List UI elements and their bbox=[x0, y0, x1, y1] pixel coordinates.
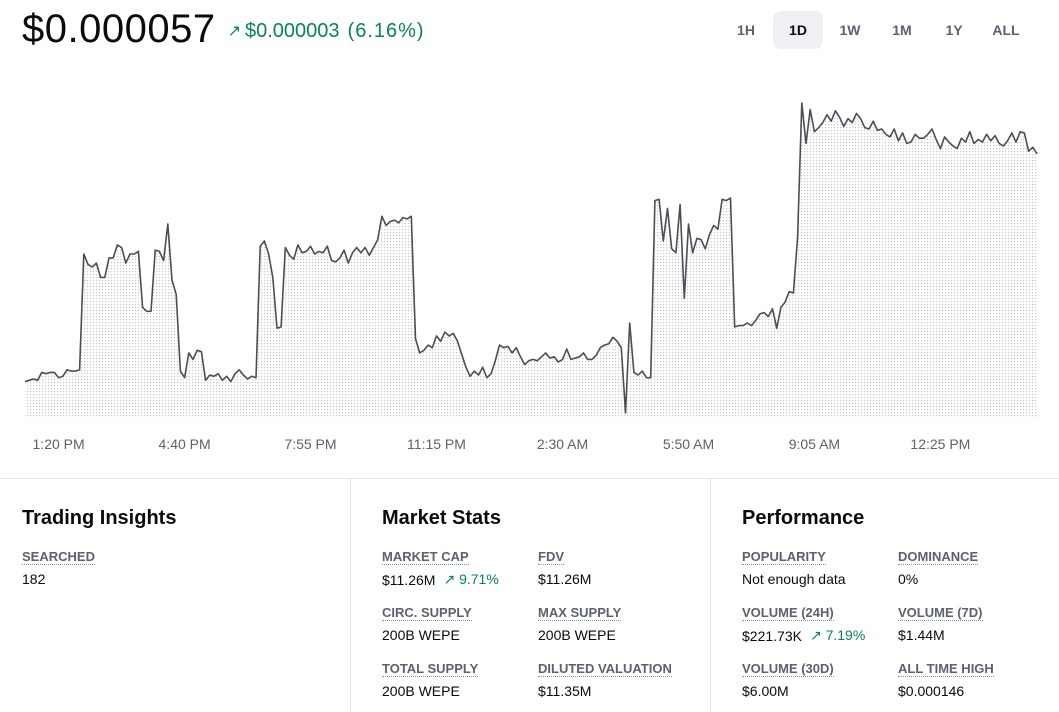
stat-volume-24h: VOLUME (24H) $221.73K ↗ 7.19% bbox=[742, 604, 865, 644]
stat-label[interactable]: FDV bbox=[538, 549, 564, 565]
price-chart[interactable]: 1:20 PM 4:40 PM 7:55 PM 11:15 PM 2:30 AM 5:50… bbox=[0, 70, 1059, 470]
stat-value: 200B WEPE bbox=[382, 683, 460, 699]
stat-value: 182 bbox=[22, 571, 46, 587]
x-tick-label: 12:25 PM bbox=[910, 436, 970, 452]
x-tick-label: 9:05 AM bbox=[789, 436, 840, 452]
price-header: $0.000057 ↗ $0.000003 (6.16%) bbox=[22, 4, 425, 54]
stat-label[interactable]: POPULARITY bbox=[742, 549, 826, 565]
stat-change-up: ↗ 7.19% bbox=[809, 627, 866, 643]
stat-value: 200B WEPE bbox=[382, 627, 460, 643]
stat-volume-7d: VOLUME (7D) $1.44M bbox=[898, 604, 983, 643]
price-area-fill bbox=[25, 103, 1037, 418]
trading-insights-panel: Trading Insights SEARCHED 182 bbox=[0, 479, 350, 712]
time-range-tabs: 1H 1D 1W 1M 1Y ALL bbox=[719, 11, 1031, 49]
stat-value: $221.73K bbox=[742, 627, 802, 644]
stat-value: 200B WEPE bbox=[538, 627, 616, 643]
x-tick-label: 4:40 PM bbox=[159, 436, 211, 452]
x-tick-label: 2:30 AM bbox=[537, 436, 588, 452]
stat-label[interactable]: TOTAL SUPPLY bbox=[382, 661, 479, 677]
stat-popularity: POPULARITY Not enough data bbox=[742, 548, 846, 587]
current-price: $0.000057 bbox=[22, 6, 216, 51]
stat-value: $11.35M bbox=[538, 683, 592, 699]
stat-value: $1.44M bbox=[898, 627, 945, 643]
performance-panel: Performance POPULARITY Not enough data D… bbox=[711, 479, 1059, 712]
panel-title: Market Stats bbox=[382, 507, 501, 529]
range-tab-1d[interactable]: 1D bbox=[773, 11, 823, 49]
stat-value: 0% bbox=[898, 571, 919, 587]
stat-value: Not enough data bbox=[742, 571, 846, 587]
panel-title: Trading Insights bbox=[22, 507, 177, 529]
stat-label[interactable]: DILUTED VALUATION bbox=[538, 661, 672, 677]
range-tab-1m[interactable]: 1M bbox=[877, 11, 927, 49]
stat-searched: SEARCHED 182 bbox=[22, 548, 95, 587]
price-change-amount: $0.000003 bbox=[245, 19, 340, 42]
stat-label[interactable]: VOLUME (7D) bbox=[898, 605, 983, 621]
stat-value-row: $221.73K ↗ 7.19% bbox=[742, 627, 865, 644]
stat-total-supply: TOTAL SUPPLY 200B WEPE bbox=[382, 660, 479, 699]
stat-market-cap: MARKET CAP $11.26M ↗ 9.71% bbox=[382, 548, 499, 588]
x-tick-label: 11:15 PM bbox=[407, 436, 466, 452]
x-tick-label: 5:50 AM bbox=[663, 436, 714, 452]
stat-diluted-valuation: DILUTED VALUATION $11.35M bbox=[538, 660, 672, 699]
stat-label[interactable]: VOLUME (24H) bbox=[742, 605, 834, 621]
x-axis-labels: 1:20 PM 4:40 PM 7:55 PM 11:15 PM 2:30 AM 5:50… bbox=[33, 436, 971, 452]
stat-label[interactable]: MARKET CAP bbox=[382, 549, 469, 565]
stat-change-up: ↗ 9.71% bbox=[443, 571, 499, 587]
stat-value: $11.26M bbox=[538, 571, 592, 587]
price-change: ↗ $0.000003 (6.16%) bbox=[228, 20, 425, 43]
stat-all-time-high: ALL TIME HIGH $0.000146 bbox=[898, 660, 994, 699]
stat-circ-supply: CIRC. SUPPLY 200B WEPE bbox=[382, 604, 472, 643]
stat-volume-30d: VOLUME (30D) $6.00M bbox=[742, 660, 834, 699]
stat-value: $6.00M bbox=[742, 683, 789, 699]
x-tick-label: 1:20 PM bbox=[33, 436, 85, 452]
stat-label[interactable]: ALL TIME HIGH bbox=[898, 661, 994, 677]
stat-label[interactable]: CIRC. SUPPLY bbox=[382, 605, 472, 621]
stat-label[interactable]: DOMINANCE bbox=[898, 549, 979, 565]
stat-value: $0.000146 bbox=[898, 683, 965, 699]
stat-value-row: $11.26M ↗ 9.71% bbox=[382, 571, 499, 588]
stat-dominance: DOMINANCE 0% bbox=[898, 548, 979, 587]
range-tab-1w[interactable]: 1W bbox=[825, 11, 875, 49]
price-change-percent: (6.16%) bbox=[347, 19, 425, 42]
stat-fdv: FDV $11.26M bbox=[538, 548, 591, 587]
stat-label[interactable]: MAX SUPPLY bbox=[538, 605, 622, 621]
panel-title: Performance bbox=[742, 507, 865, 529]
range-tab-all[interactable]: ALL bbox=[981, 11, 1031, 49]
x-tick-label: 7:55 PM bbox=[284, 436, 336, 452]
stat-max-supply: MAX SUPPLY 200B WEPE bbox=[538, 604, 622, 643]
stat-value: $11.26M bbox=[382, 571, 436, 588]
stat-label[interactable]: SEARCHED bbox=[22, 549, 95, 565]
market-stats-panel: Market Stats MARKET CAP $11.26M ↗ 9.71% … bbox=[351, 479, 710, 712]
range-tab-1y[interactable]: 1Y bbox=[929, 11, 979, 49]
trend-up-arrow-icon: ↗ bbox=[227, 23, 241, 40]
stat-label[interactable]: VOLUME (30D) bbox=[742, 661, 834, 677]
range-tab-1h[interactable]: 1H bbox=[721, 11, 771, 49]
price-chart-svg[interactable]: 1:20 PM 4:40 PM 7:55 PM 11:15 PM 2:30 AM 5:50… bbox=[0, 70, 1059, 470]
